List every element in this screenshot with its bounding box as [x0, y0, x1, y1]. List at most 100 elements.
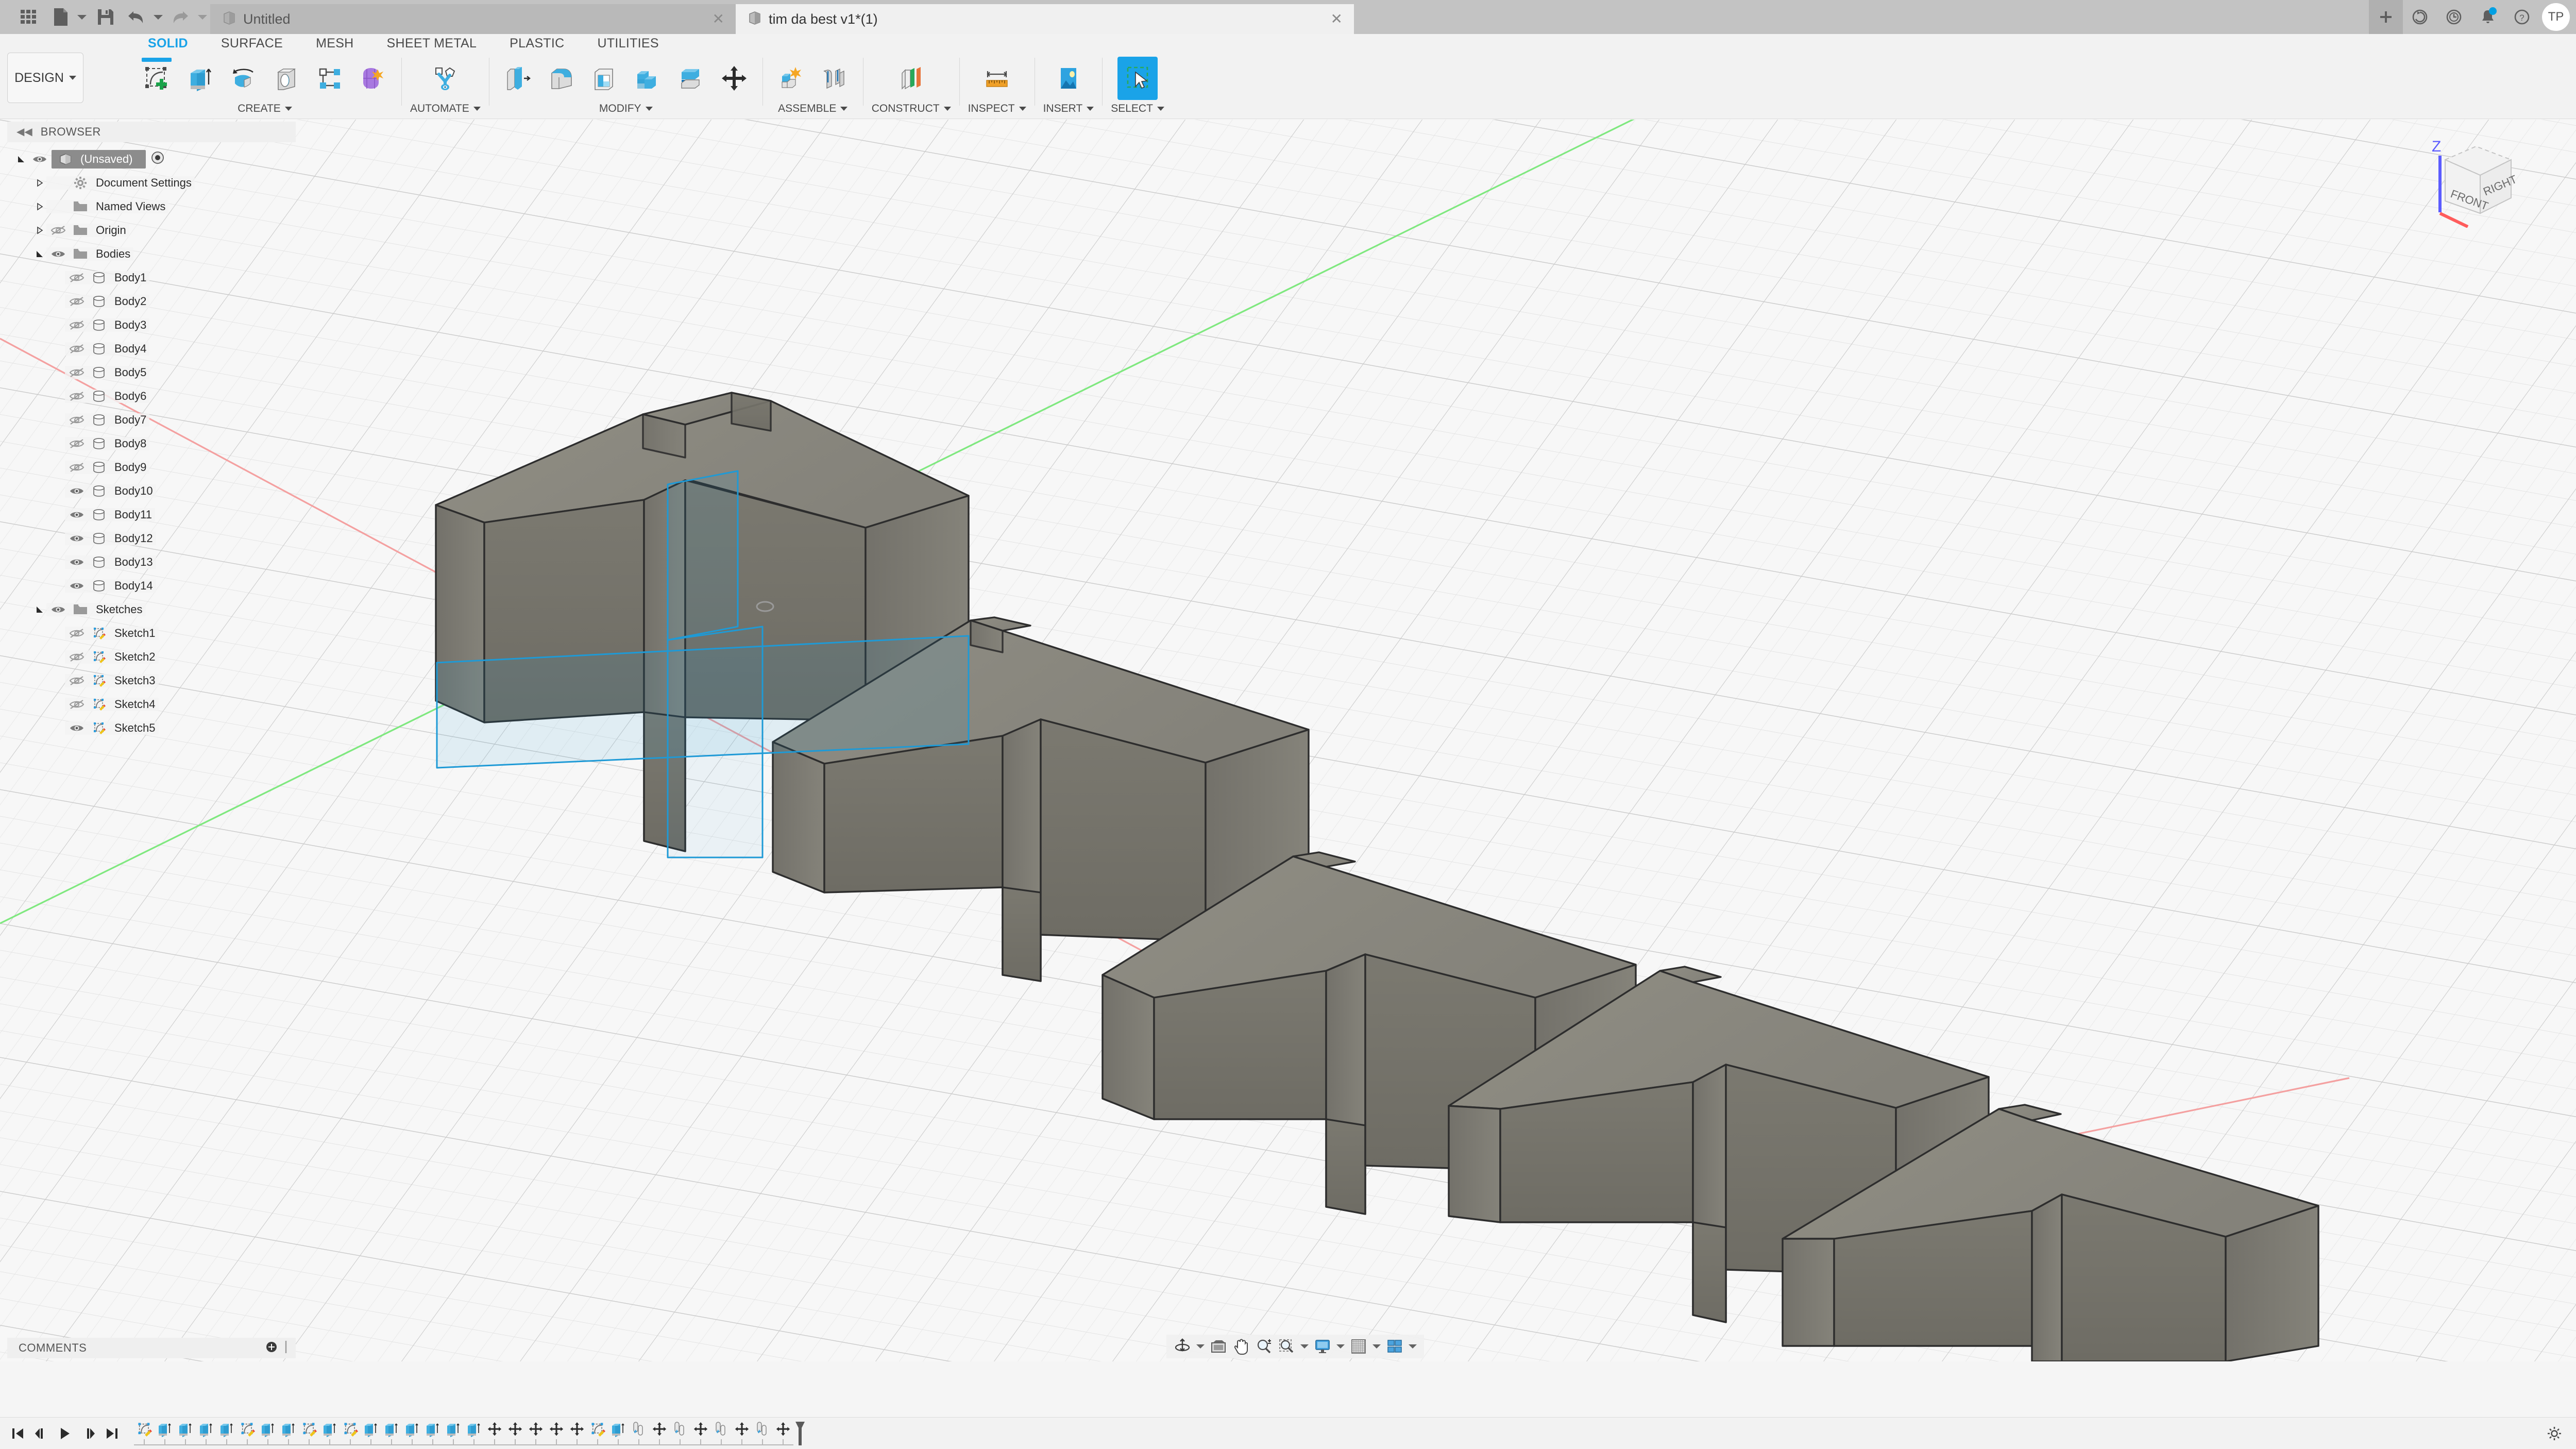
redo-icon[interactable] — [166, 0, 195, 34]
eye-visible-icon[interactable] — [65, 722, 89, 734]
avatar[interactable]: TP — [2542, 3, 2570, 31]
eye-visible-icon[interactable] — [46, 604, 70, 615]
timeline-feature-paste[interactable] — [711, 1421, 732, 1445]
eye-hidden-icon[interactable] — [65, 296, 89, 307]
offset-plane-icon[interactable] — [891, 57, 931, 100]
timeline-feature-extrude[interactable] — [402, 1422, 422, 1445]
tab-surface[interactable]: SURFACE — [205, 36, 299, 51]
tree-item-sketch2[interactable]: Sketch2 — [7, 645, 316, 669]
twisty-expanded-icon[interactable] — [14, 155, 28, 163]
eye-visible-icon[interactable] — [46, 248, 70, 260]
timeline-feature-sketch[interactable] — [299, 1422, 319, 1445]
tree-item-body5[interactable]: Body5 — [7, 361, 316, 384]
file-dropdown-caret[interactable] — [74, 0, 90, 34]
eye-hidden-icon[interactable] — [65, 272, 89, 283]
collapse-icon[interactable]: ◀◀ — [16, 127, 32, 137]
panel-select-label[interactable]: SELECT — [1111, 100, 1164, 117]
step-forward-icon[interactable] — [78, 1422, 99, 1445]
close-icon[interactable]: ✕ — [692, 12, 724, 26]
eye-hidden-icon[interactable] — [65, 462, 89, 473]
eye-visible-icon[interactable] — [65, 580, 89, 592]
display-dropdown-caret[interactable] — [1334, 1336, 1347, 1357]
document-tab-tim-da-best[interactable]: tim da best v1*(1) ✕ — [736, 4, 1354, 34]
job-status-icon[interactable] — [2403, 0, 2437, 34]
combine-icon[interactable] — [628, 57, 668, 100]
timeline-feature-move[interactable] — [690, 1422, 711, 1445]
notifications-icon[interactable] — [2471, 0, 2505, 34]
timeline-end-marker[interactable] — [793, 1421, 807, 1446]
tree-item-origin[interactable]: Origin — [7, 218, 316, 242]
panel-insert-label[interactable]: INSERT — [1043, 100, 1094, 117]
timeline-feature-paste[interactable] — [752, 1421, 773, 1445]
timeline-feature-sketch[interactable] — [237, 1422, 258, 1445]
orbit-dropdown-caret[interactable] — [1194, 1336, 1207, 1357]
eye-hidden-icon[interactable] — [65, 391, 89, 402]
look-at-icon[interactable] — [1208, 1336, 1229, 1357]
timeline-settings-icon[interactable] — [2543, 1422, 2566, 1445]
tree-item-sketch5[interactable]: Sketch5 — [7, 716, 316, 740]
eye-hidden-icon[interactable] — [65, 414, 89, 426]
timeline-feature-move[interactable] — [484, 1422, 505, 1445]
extrude-icon[interactable] — [180, 57, 220, 100]
grid-dropdown-caret[interactable] — [1370, 1336, 1383, 1357]
panel-construct-label[interactable]: CONSTRUCT — [872, 100, 951, 117]
rib-icon[interactable] — [310, 57, 350, 100]
timeline-feature-extrude[interactable] — [361, 1422, 381, 1445]
browser-root-node[interactable]: (Unsaved) — [7, 147, 316, 171]
timeline-feature-extrude[interactable] — [216, 1422, 237, 1445]
panel-create-label[interactable]: CREATE — [238, 100, 292, 117]
timeline-feature-move[interactable] — [732, 1422, 752, 1445]
design-workspace-button[interactable]: DESIGN — [7, 53, 83, 103]
measure-icon[interactable] — [977, 57, 1017, 100]
tree-item-bodies[interactable]: Bodies — [7, 242, 316, 266]
eye-hidden-icon[interactable] — [65, 319, 89, 331]
file-icon[interactable] — [47, 0, 74, 34]
hole-icon[interactable] — [266, 57, 307, 100]
zoom-window-icon[interactable] — [1276, 1336, 1297, 1357]
timeline-feature-extrude[interactable] — [422, 1422, 443, 1445]
new-tab-icon[interactable] — [2369, 0, 2403, 34]
redo-dropdown-caret[interactable] — [195, 0, 210, 34]
eye-visible-icon[interactable] — [65, 557, 89, 568]
tree-item-body3[interactable]: Body3 — [7, 313, 316, 337]
save-icon[interactable] — [90, 0, 122, 34]
form-icon[interactable] — [353, 57, 393, 100]
undo-icon[interactable] — [122, 0, 150, 34]
document-tab-untitled[interactable]: Untitled ✕ — [210, 4, 736, 34]
go-to-beginning-icon[interactable] — [7, 1422, 28, 1445]
timeline-feature-extrude[interactable] — [464, 1422, 484, 1445]
go-to-end-icon[interactable] — [102, 1422, 123, 1445]
display-settings-icon[interactable] — [1312, 1336, 1333, 1357]
timeline-feature-move[interactable] — [773, 1422, 793, 1445]
fit-dropdown-caret[interactable] — [1298, 1336, 1311, 1357]
tree-item-named-views[interactable]: Named Views — [7, 195, 316, 218]
timeline-feature-extrude[interactable] — [175, 1422, 196, 1445]
zoom-icon[interactable] — [1253, 1336, 1275, 1357]
eye-hidden-icon[interactable] — [65, 367, 89, 378]
tree-item-body14[interactable]: Body14 — [7, 574, 316, 598]
tree-item-body11[interactable]: Body11 — [7, 503, 316, 527]
orbit-icon[interactable] — [1172, 1336, 1193, 1357]
tree-item-sketch1[interactable]: Sketch1 — [7, 621, 316, 645]
new-component-icon[interactable] — [771, 57, 811, 100]
help-icon[interactable]: ? — [2505, 0, 2539, 34]
eye-visible-icon[interactable] — [65, 509, 89, 520]
insert-image-icon[interactable] — [1048, 57, 1089, 100]
eye-hidden-icon[interactable] — [65, 675, 89, 686]
undo-dropdown-caret[interactable] — [150, 0, 166, 34]
timeline-feature-extrude[interactable] — [381, 1422, 402, 1445]
eye-visible-icon[interactable] — [65, 533, 89, 544]
recent-icon[interactable] — [2437, 0, 2471, 34]
comments-panel-header[interactable]: COMMENTS — [7, 1338, 296, 1358]
eye-visible-icon[interactable] — [28, 154, 52, 165]
tree-item-body10[interactable]: Body10 — [7, 479, 316, 503]
tree-item-sketch4[interactable]: Sketch4 — [7, 693, 316, 716]
eye-hidden-icon[interactable] — [65, 438, 89, 449]
joint-icon[interactable] — [815, 57, 855, 100]
tree-item-body2[interactable]: Body2 — [7, 290, 316, 313]
timeline-feature-sketch[interactable] — [587, 1422, 608, 1445]
grid-snaps-icon[interactable] — [1348, 1336, 1369, 1357]
automate-icon[interactable] — [425, 57, 465, 100]
twisty-expanded-icon[interactable] — [33, 605, 46, 614]
timeline-feature-extrude[interactable] — [319, 1422, 340, 1445]
